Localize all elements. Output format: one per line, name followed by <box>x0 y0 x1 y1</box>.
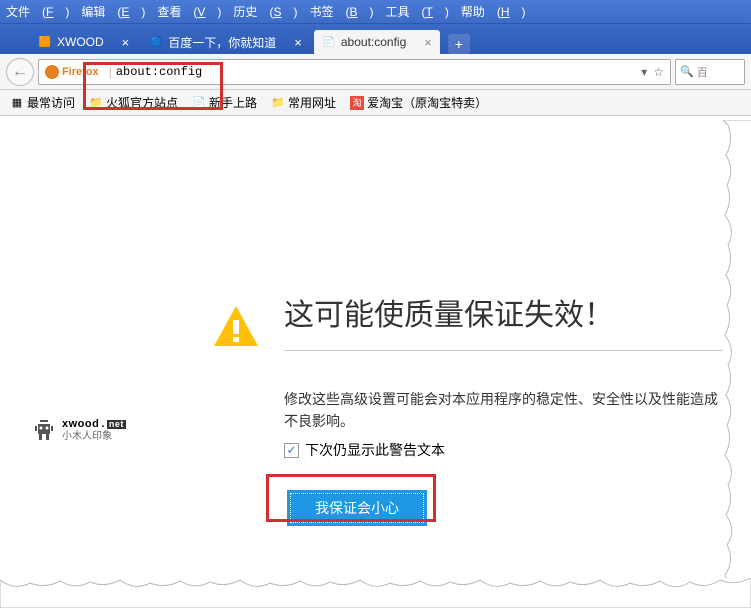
tao-icon: 淘 <box>350 96 364 110</box>
show-warning-checkbox[interactable]: ✓ <box>284 443 299 458</box>
warning-triangle-icon <box>210 302 262 354</box>
watermark: xwood.net 小木人印象 <box>30 416 126 444</box>
firefox-icon <box>45 65 59 79</box>
tab-xwood[interactable]: 🟧 XWOOD × <box>30 30 137 54</box>
bookmark-firefox-official[interactable]: 📁火狐官方站点 <box>89 94 178 111</box>
torn-edge-right <box>723 120 751 606</box>
tab-label: 百度一下，你就知道 <box>168 34 276 51</box>
search-icon: 🔍 <box>680 65 694 78</box>
bookmark-aitaobao[interactable]: 淘爱淘宝（原淘宝特卖） <box>350 94 487 111</box>
bookmark-common-sites[interactable]: 📁常用网址 <box>271 94 336 111</box>
page-icon: 📄 <box>192 96 206 110</box>
grid-icon: ▦ <box>10 96 24 110</box>
folder-icon: 📁 <box>271 96 285 110</box>
accept-risk-button[interactable]: 我保证会小心 <box>287 490 427 526</box>
bookmark-getting-started[interactable]: 📄新手上路 <box>192 94 257 111</box>
menu-edit[interactable]: 编辑(E) <box>81 3 145 20</box>
bookmark-star-icon[interactable]: ☆ <box>653 65 664 79</box>
close-icon[interactable]: × <box>294 35 302 50</box>
favicon-xwood: 🟧 <box>38 35 52 49</box>
checkbox-label: 下次仍显示此警告文本 <box>305 440 445 460</box>
warning-title: 这可能使质量保证失效！ <box>284 290 724 351</box>
menu-tools[interactable]: 工具(T) <box>385 3 448 20</box>
favicon-baidu: 🔵 <box>149 35 163 49</box>
menu-history[interactable]: 历史(S) <box>233 3 297 20</box>
menu-view[interactable]: 查看(V) <box>157 3 221 20</box>
folder-icon: 📁 <box>89 96 103 110</box>
tab-label: XWOOD <box>57 35 104 49</box>
brand-label: Firefox <box>62 66 99 78</box>
tab-aboutconfig[interactable]: 📄 about:config × <box>314 30 440 54</box>
url-text: about:config <box>116 65 202 79</box>
torn-edge-bottom <box>0 578 751 608</box>
tab-baidu[interactable]: 🔵 百度一下，你就知道 × <box>141 30 310 54</box>
warning-body: 修改这些高级设置可能会对本应用程序的稳定性、安全性以及性能造成不良影响。 <box>284 388 724 433</box>
separator: | <box>109 65 112 79</box>
back-button[interactable]: ← <box>6 58 34 86</box>
tab-bar: 🟧 XWOOD × 🔵 百度一下，你就知道 × 📄 about:config ×… <box>0 24 751 54</box>
menu-help[interactable]: 帮助(H) <box>461 3 526 20</box>
checkbox-row: ✓ 下次仍显示此警告文本 <box>284 440 445 460</box>
address-bar[interactable]: Firefox | about:config ▾ ☆ <box>38 59 671 85</box>
reader-icon[interactable]: ▾ <box>641 65 647 79</box>
content-area: 这可能使质量保证失效！ 修改这些高级设置可能会对本应用程序的稳定性、安全性以及性… <box>0 116 751 606</box>
menu-bar: 文件(F) 编辑(E) 查看(V) 历史(S) 书签(B) 工具(T) 帮助(H… <box>0 0 751 24</box>
new-tab-button[interactable]: + <box>448 34 470 54</box>
toolbar: ← Firefox | about:config ▾ ☆ 🔍 百 <box>0 54 751 90</box>
search-box[interactable]: 🔍 百 <box>675 59 745 85</box>
menu-file[interactable]: 文件(F) <box>6 3 69 20</box>
menu-bookmarks[interactable]: 书签(B) <box>309 3 373 20</box>
robot-icon <box>30 416 58 444</box>
tab-label: about:config <box>341 35 406 49</box>
close-icon[interactable]: × <box>122 35 130 50</box>
close-icon[interactable]: × <box>424 35 432 50</box>
bookmark-most-visited[interactable]: ▦最常访问 <box>10 94 75 111</box>
favicon-generic: 📄 <box>322 35 336 49</box>
bookmarks-toolbar: ▦最常访问 📁火狐官方站点 📄新手上路 📁常用网址 淘爱淘宝（原淘宝特卖） <box>0 90 751 116</box>
